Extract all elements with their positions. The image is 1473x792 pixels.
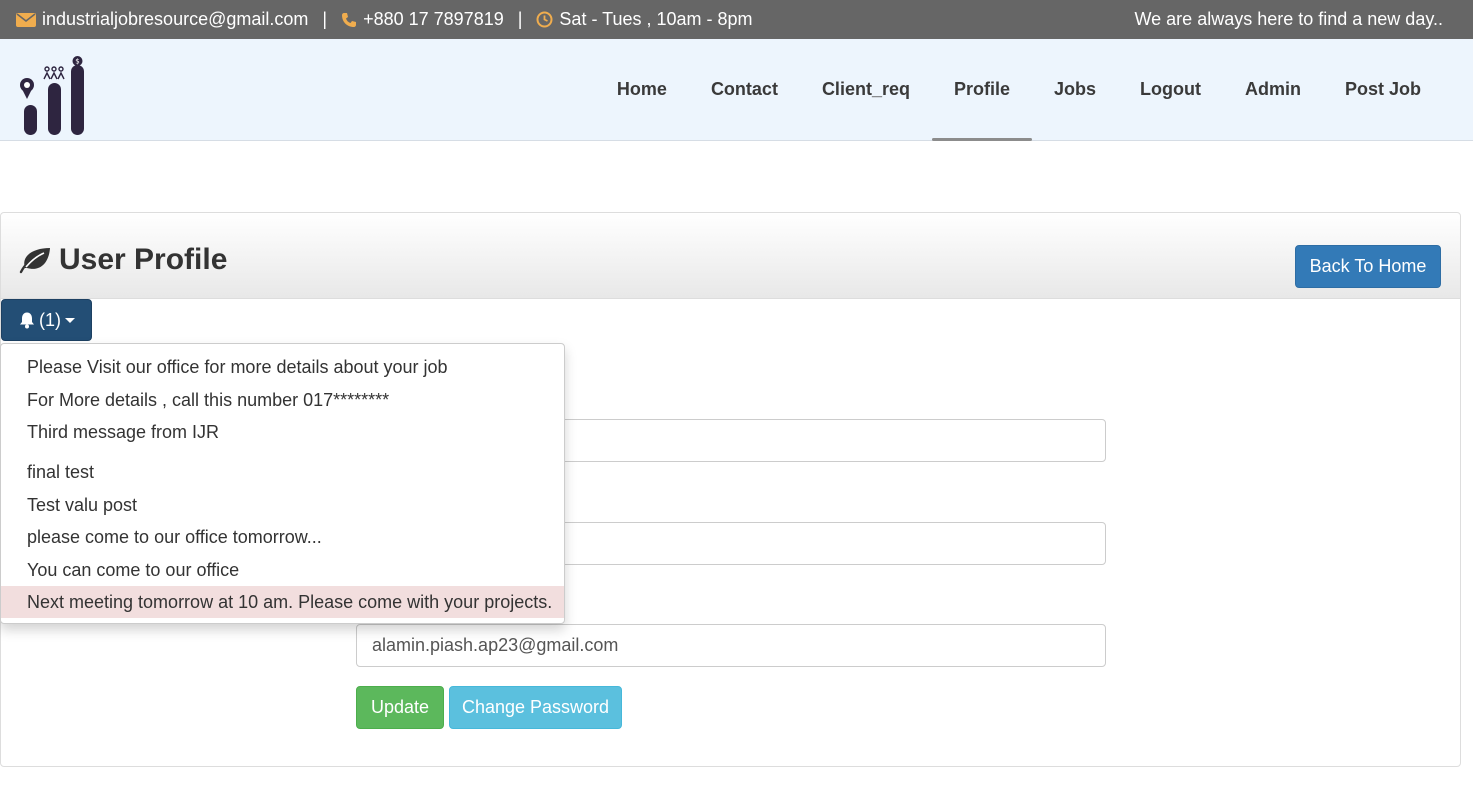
main-nav: Home Contact Client_req Profile Jobs Log… xyxy=(595,39,1443,141)
notification-count: (1) xyxy=(39,309,61,330)
notification-item[interactable]: Please Visit our office for more details… xyxy=(1,351,564,383)
nav-home[interactable]: Home xyxy=(595,39,689,140)
notification-item[interactable]: please come to our office tomorrow... xyxy=(1,521,564,553)
change-password-button[interactable]: Change Password xyxy=(449,686,622,729)
caret-down-icon xyxy=(65,317,75,323)
site-logo[interactable]: $ xyxy=(16,55,88,137)
nav-admin[interactable]: Admin xyxy=(1223,39,1323,140)
leaf-icon xyxy=(19,246,51,274)
back-to-home-button[interactable]: Back To Home xyxy=(1295,245,1441,288)
nav-logout[interactable]: Logout xyxy=(1118,39,1223,140)
notification-item[interactable]: You can come to our office xyxy=(1,554,564,586)
nav-profile[interactable]: Profile xyxy=(931,39,1033,141)
nav-client-req[interactable]: Client_req xyxy=(800,39,932,140)
bell-icon xyxy=(18,311,36,329)
hours-info: Sat - Tues , 10am - 8pm xyxy=(536,9,753,30)
svg-text:$: $ xyxy=(75,58,79,66)
update-button[interactable]: Update xyxy=(356,686,444,729)
separator: | xyxy=(322,9,328,29)
site-header: $ Home Contact Client_req Profile Jobs L… xyxy=(0,39,1473,141)
panel-heading: User Profile Back To Home xyxy=(1,213,1460,299)
nav-contact[interactable]: Contact xyxy=(689,39,800,140)
notification-item-highlighted[interactable]: Next meeting tomorrow at 10 am. Please c… xyxy=(1,586,564,618)
top-info-bar: industrialjobresource@gmail.com | +880 1… xyxy=(0,0,1473,39)
notification-item[interactable]: Test valu post xyxy=(1,489,564,521)
email-info: industrialjobresource@gmail.com xyxy=(16,9,308,30)
notifications-dropdown: Please Visit our office for more details… xyxy=(0,343,565,624)
clock-icon xyxy=(536,11,553,28)
phone-info: +880 17 7897819 xyxy=(341,9,504,30)
notifications-button[interactable]: (1) xyxy=(1,299,92,341)
notification-item[interactable]: Third message from IJR xyxy=(1,416,564,448)
phone-text[interactable]: +880 17 7897819 xyxy=(363,9,504,30)
notification-item[interactable]: For More details , call this number 017*… xyxy=(1,384,564,416)
tagline: We are always here to find a new day.. xyxy=(1134,9,1444,29)
nav-jobs[interactable]: Jobs xyxy=(1032,39,1118,140)
page-title-text: User Profile xyxy=(59,243,228,276)
email-text[interactable]: industrialjobresource@gmail.com xyxy=(42,9,308,30)
contact-info: industrialjobresource@gmail.com | +880 1… xyxy=(16,0,753,39)
hours-text: Sat - Tues , 10am - 8pm xyxy=(559,9,753,29)
envelope-icon xyxy=(16,12,36,28)
page-title: User Profile xyxy=(19,243,227,277)
nav-post-job[interactable]: Post Job xyxy=(1323,39,1443,140)
email-field[interactable]: alamin.piash.ap23@gmail.com xyxy=(356,624,1106,667)
separator: | xyxy=(517,9,523,29)
notification-item[interactable]: final test xyxy=(1,456,564,488)
phone-icon xyxy=(341,12,357,28)
